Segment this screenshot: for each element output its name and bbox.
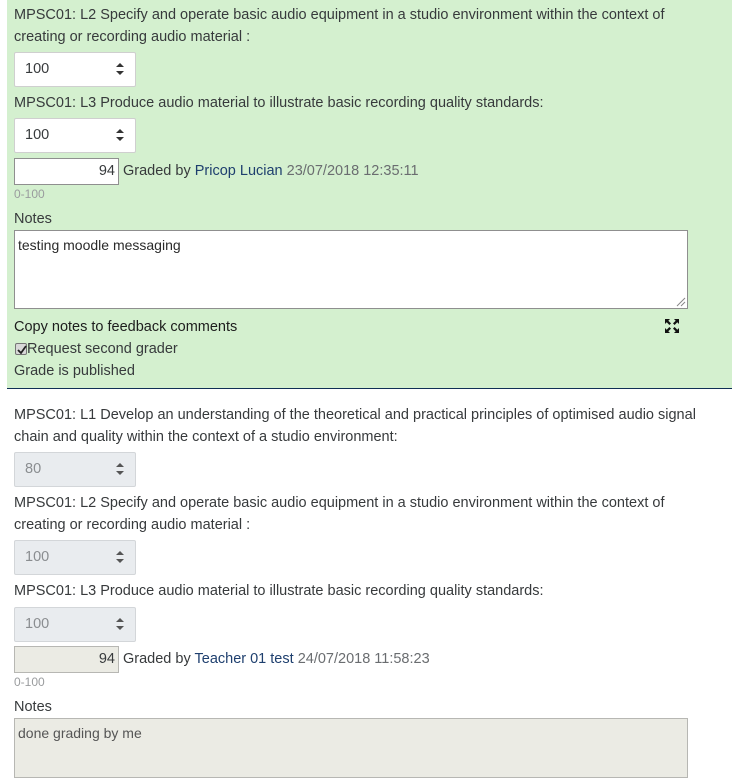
notes-label: Notes (14, 699, 52, 715)
criterion-l2-label: MPSC01: L2 Specify and operate basic aud… (14, 495, 665, 533)
notes-text: testing moodle messaging (18, 237, 181, 253)
criterion-l3-select[interactable]: 100 (14, 118, 136, 153)
notes-textarea: done grading by me (14, 718, 688, 778)
resize-grip-icon[interactable] (676, 297, 686, 307)
criterion-l2-value: 100 (25, 61, 50, 77)
criterion-l2-label: MPSC01: L2 Specify and operate basic aud… (14, 7, 665, 45)
criterion-l1-select: 80 (14, 452, 136, 487)
graded-by-line: Graded by Pricop Lucian 23/07/2018 12:35… (123, 161, 419, 181)
criterion-l1-label: MPSC01: L1 Develop an understanding of t… (14, 407, 696, 445)
grade-input[interactable]: 94 (14, 158, 119, 185)
marker-panel-other: MPSC01: L1 Develop an understanding of t… (7, 390, 732, 778)
second-grader-label: Request second grader (27, 341, 178, 357)
second-grader-checkbox[interactable] (15, 343, 27, 355)
expand-arrows-icon[interactable] (664, 318, 680, 334)
notes-text: done grading by me (18, 725, 142, 741)
criterion-l3-value: 100 (25, 127, 50, 143)
graded-by-line: Graded by Teacher 01 test 24/07/2018 11:… (123, 649, 430, 669)
grader-name-link[interactable]: Pricop Lucian (195, 163, 283, 179)
notes-textarea[interactable]: testing moodle messaging (14, 230, 688, 309)
criterion-l2-value: 100 (25, 549, 50, 565)
graded-timestamp: 23/07/2018 12:35:11 (286, 163, 419, 179)
notes-label: Notes (14, 211, 52, 227)
grader-name-link[interactable]: Teacher 01 test (195, 651, 294, 667)
criterion-l3-select: 100 (14, 607, 136, 642)
up-down-caret-icon (116, 551, 124, 563)
grade-range-hint: 0-100 (14, 187, 45, 201)
graded-by-prefix: Graded by (123, 651, 191, 667)
criterion-l2-select[interactable]: 100 (14, 52, 136, 87)
grade-range-hint: 0-100 (14, 675, 45, 689)
graded-timestamp: 24/07/2018 11:58:23 (297, 651, 430, 667)
up-down-caret-icon (116, 63, 124, 75)
grade-input: 94 (14, 646, 119, 673)
published-status: Grade is published (14, 363, 135, 379)
up-down-caret-icon (116, 618, 124, 630)
up-down-caret-icon (116, 129, 124, 141)
criterion-l3-label: MPSC01: L3 Produce audio material to ill… (14, 95, 544, 111)
graded-by-prefix: Graded by (123, 163, 191, 179)
criterion-l3-value: 100 (25, 616, 50, 632)
copy-notes-link[interactable]: Copy notes to feedback comments (14, 319, 237, 335)
marker-panel-current: MPSC01: L2 Specify and operate basic aud… (7, 0, 732, 389)
criterion-l3-label: MPSC01: L3 Produce audio material to ill… (14, 583, 544, 599)
up-down-caret-icon (116, 463, 124, 475)
criterion-l2-select: 100 (14, 540, 136, 575)
criterion-l1-value: 80 (25, 461, 42, 477)
